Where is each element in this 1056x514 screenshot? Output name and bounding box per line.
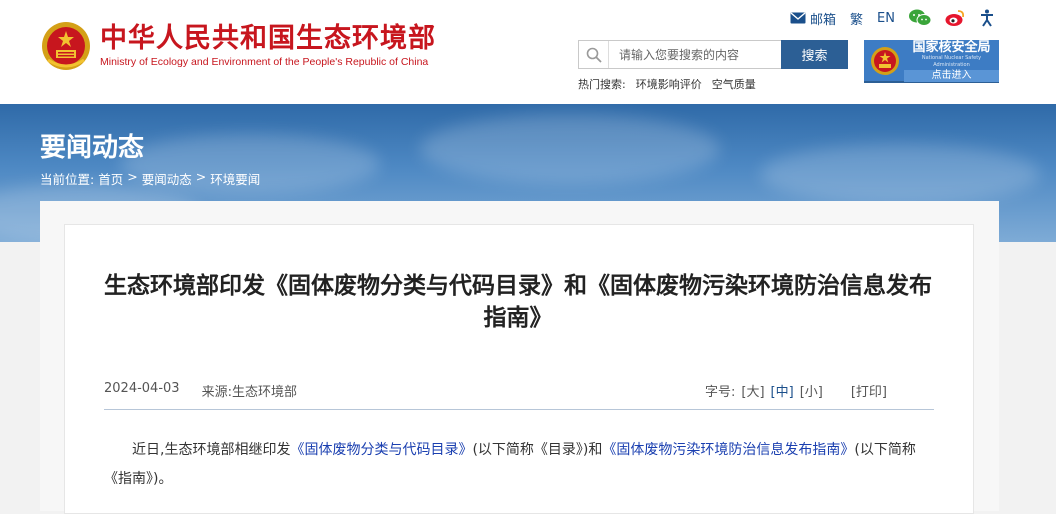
font-size-controls: 字号: [大] [中] [小] [打印] xyxy=(705,381,887,400)
breadcrumb-home[interactable]: 首页 xyxy=(98,169,123,188)
breadcrumb-separator: > xyxy=(127,169,138,184)
breadcrumb-label: 当前位置: xyxy=(40,172,95,187)
search-button[interactable]: 搜索 xyxy=(781,40,848,69)
article-title: 生态环境部印发《固体废物分类与代码目录》和《固体废物污染环境防治信息发布指南》 xyxy=(104,273,932,331)
nnsa-enter-label: 点击进入 xyxy=(904,69,999,82)
nnsa-name-en: National Nuclear Safety Administration xyxy=(921,54,982,68)
paragraph-text: (以下简称《目录》)和 xyxy=(472,442,603,458)
search-icon xyxy=(579,41,609,68)
font-size-small-button[interactable]: [小] xyxy=(800,381,823,400)
nnsa-name: 国家核安全局 xyxy=(912,39,991,55)
mail-link[interactable]: 邮箱 xyxy=(790,9,836,28)
english-link[interactable]: EN xyxy=(877,11,895,26)
font-size-label: 字号: xyxy=(705,385,736,400)
site-logo[interactable]: 中华人民共和国生态环境部 Ministry of Ecology and Env… xyxy=(40,20,436,72)
article-meta: 2024-04-03 来源:生态环境部 xyxy=(104,381,319,400)
section-title: 要闻动态 xyxy=(40,133,145,163)
mail-icon xyxy=(790,12,806,24)
breadcrumb-separator: > xyxy=(195,169,207,184)
breadcrumb-news[interactable]: 要闻动态 xyxy=(142,169,192,188)
wechat-icon[interactable] xyxy=(908,9,931,27)
site-header: 中华人民共和国生态环境部 Ministry of Ecology and Env… xyxy=(0,0,1056,104)
national-emblem-icon xyxy=(40,20,92,72)
site-name-cn: 中华人民共和国生态环境部 xyxy=(100,23,436,54)
site-name-en: Ministry of Ecology and Environment of t… xyxy=(100,56,429,68)
search-input[interactable]: 请输入您要搜索的内容 xyxy=(578,40,781,69)
hot-search-item[interactable]: 环境影响评价 xyxy=(636,76,702,92)
guideline-link[interactable]: 《固体废物污染环境防治信息发布指南》 xyxy=(602,442,854,458)
font-size-large-button[interactable]: [大] xyxy=(741,381,764,400)
weibo-icon[interactable] xyxy=(945,9,965,27)
breadcrumb: 当前位置: 首页 > 要闻动态 > 环境要闻 xyxy=(40,169,264,188)
paragraph-text: 近日,生态环境部相继印发 xyxy=(132,442,291,458)
article-paragraph: 近日,生态环境部相继印发《固体废物分类与代码目录》(以下简称《目录》)和《固体废… xyxy=(104,436,934,494)
search-placeholder: 请输入您要搜索的内容 xyxy=(619,48,740,62)
hot-search-item[interactable]: 空气质量 xyxy=(712,76,756,92)
print-button[interactable]: [打印] xyxy=(851,381,887,400)
mail-label: 邮箱 xyxy=(810,12,837,28)
font-size-medium-button[interactable]: [中] xyxy=(771,381,794,400)
hot-search-label: 热门搜索: xyxy=(578,78,626,91)
catalog-link[interactable]: 《固体废物分类与代码目录》 xyxy=(290,442,472,458)
traditional-chinese-link[interactable]: 繁 xyxy=(850,9,863,28)
nnsa-banner-link[interactable]: 国家核安全局 National Nuclear Safety Administr… xyxy=(864,40,999,83)
article-source: 来源:生态环境部 xyxy=(201,385,297,400)
breadcrumb-environment-news[interactable]: 环境要闻 xyxy=(210,169,260,188)
divider xyxy=(104,409,934,410)
hot-searches: 热门搜索: 环境影响评价 空气质量 xyxy=(578,76,766,92)
nnsa-emblem-icon xyxy=(870,46,900,76)
accessibility-icon[interactable] xyxy=(979,9,995,27)
top-links: 邮箱 繁 EN xyxy=(790,8,1009,28)
article-date: 2024-04-03 xyxy=(104,381,180,396)
search-bar: 请输入您要搜索的内容 搜索 xyxy=(578,40,848,69)
